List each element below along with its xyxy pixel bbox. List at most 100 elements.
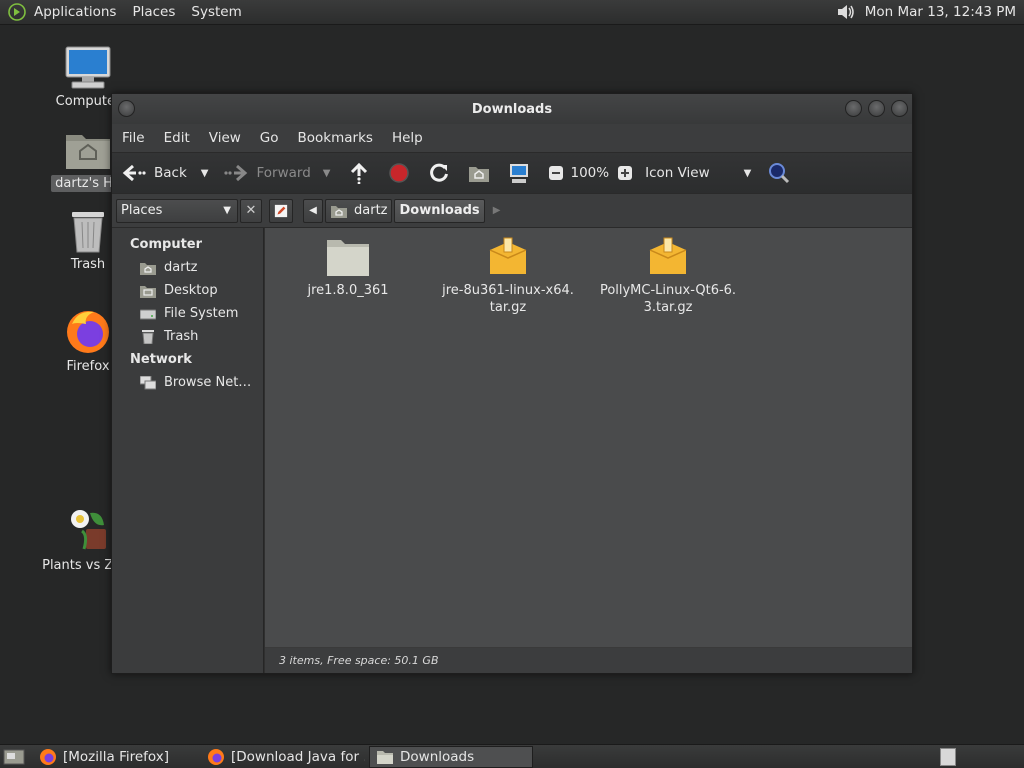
chevron-left-icon: ◀ [309, 205, 317, 216]
desktop-icon-label: Trash [70, 257, 106, 272]
up-button[interactable] [348, 162, 378, 184]
file-name-line2: tar.gz [489, 300, 527, 315]
view-mode-dropdown-icon: ▼ [743, 167, 752, 179]
workspace-switcher[interactable] [940, 748, 956, 766]
stop-button[interactable] [388, 162, 418, 184]
chevron-down-icon: ▼ [223, 205, 231, 216]
places-combo-label: Places [121, 203, 163, 218]
trash-icon [142, 329, 154, 344]
computer-button[interactable] [508, 162, 538, 184]
reload-button[interactable] [428, 162, 458, 184]
places-menu[interactable]: Places [132, 4, 175, 20]
task-firefox[interactable]: [Mozilla Firefox] [33, 746, 197, 768]
forward-label: Forward [256, 165, 311, 181]
location-bar: Places ▼ ✕ ◀ dartz Downloads ▶ [112, 194, 912, 228]
home-folder-icon [66, 135, 110, 169]
sidebar-item-trash[interactable]: Trash [112, 325, 263, 348]
places-sidebar: Computer dartz Desktop File System Trash… [112, 228, 264, 673]
menu-file[interactable]: File [122, 130, 145, 146]
file-item-jre-folder[interactable]: jre1.8.0_361 [273, 236, 423, 299]
file-name: PollyMC-Linux-Qt6-6. [599, 283, 737, 298]
view-mode-select[interactable]: Icon View ▼ [645, 165, 751, 181]
window-title: Downloads [471, 101, 553, 117]
distro-logo-icon[interactable] [8, 3, 26, 21]
status-text: 3 items, Free space: 50.1 GB [279, 654, 439, 667]
status-bar: 3 items, Free space: 50.1 GB [265, 647, 912, 673]
sidebar-item-label: File System [164, 306, 239, 321]
archive-icon [649, 237, 687, 274]
home-button[interactable] [468, 163, 498, 183]
home-icon [469, 167, 490, 182]
archive-icon [489, 237, 527, 274]
minimize-button[interactable] [845, 100, 862, 117]
applications-menu[interactable]: Applications [34, 4, 116, 20]
pencil-icon [274, 204, 288, 217]
search-button[interactable] [767, 161, 799, 185]
clock[interactable]: Mon Mar 13, 12:43 PM [865, 4, 1016, 20]
menu-go[interactable]: Go [260, 130, 279, 146]
path-scroll-left-button[interactable]: ◀ [303, 198, 323, 223]
toggle-location-entry-button[interactable] [269, 198, 293, 223]
file-view[interactable]: jre1.8.0_361 jre-8u361-linux-x64. tar.gz [264, 228, 912, 673]
folder-icon [327, 240, 369, 276]
window-menu-button[interactable] [118, 100, 135, 117]
top-panel: Applications Places System Mon Mar 13, 1… [0, 0, 1024, 25]
bottom-panel: [Mozilla Firefox] [Download Java for … D… [0, 744, 1024, 768]
show-desktop-icon[interactable] [3, 747, 25, 767]
crumb-label: Downloads [399, 203, 480, 218]
sidebar-item-file-system[interactable]: File System [112, 302, 263, 325]
task-label: [Mozilla Firefox] [63, 748, 170, 765]
file-name-line2: 3.tar.gz [643, 300, 693, 315]
menu-help[interactable]: Help [392, 130, 423, 146]
file-item-pollymc-archive[interactable]: PollyMC-Linux-Qt6-6. 3.tar.gz [593, 236, 743, 316]
toolbar: Back ▼ Forward ▼ 100% Icon View ▼ [112, 152, 912, 194]
zoom-control: 100% [548, 165, 633, 181]
menu-edit[interactable]: Edit [164, 130, 190, 146]
file-name: jre-8u361-linux-x64. [442, 283, 574, 298]
sidebar-places-select[interactable]: Places ▼ [116, 198, 238, 223]
path-scroll-right-icon[interactable]: ▶ [493, 205, 501, 216]
trash-icon [72, 212, 104, 253]
zoom-out-icon[interactable] [548, 165, 564, 181]
file-name: jre1.8.0_361 [307, 283, 389, 298]
sidebar-item-dartz[interactable]: dartz [112, 256, 263, 279]
task-downloads[interactable]: Downloads [369, 745, 533, 768]
back-label: Back [154, 165, 187, 181]
search-icon [769, 163, 790, 184]
zoom-in-icon[interactable] [617, 165, 633, 181]
file-manager-window: Downloads File Edit View Go Bookmarks He… [111, 93, 913, 674]
desktop-icon-label: Firefox [66, 359, 110, 374]
task-label: [Download Java for … [231, 748, 365, 765]
menu-view[interactable]: View [209, 130, 241, 146]
sidebar-heading-network: Network [130, 352, 192, 367]
home-icon [331, 205, 347, 218]
menu-bookmarks[interactable]: Bookmarks [298, 130, 373, 146]
window-titlebar[interactable]: Downloads [112, 94, 912, 124]
sidebar-item-desktop[interactable]: Desktop [112, 279, 263, 302]
sidebar-item-label: Desktop [164, 283, 218, 298]
close-button[interactable] [891, 100, 908, 117]
task-download-java[interactable]: [Download Java for … [201, 746, 365, 768]
task-label: Downloads [400, 748, 475, 765]
path-crumb-downloads[interactable]: Downloads [394, 198, 485, 223]
forward-button[interactable]: Forward ▼ [224, 163, 330, 183]
reload-icon [430, 163, 449, 182]
maximize-button[interactable] [868, 100, 885, 117]
back-arrow-icon [122, 164, 146, 182]
sidebar-item-browse-network[interactable]: Browse Net… [112, 371, 263, 394]
back-button[interactable]: Back ▼ [122, 163, 208, 183]
content-area: Computer dartz Desktop File System Trash… [112, 228, 912, 673]
crumb-label: dartz [354, 203, 388, 218]
back-history-dropdown-icon[interactable]: ▼ [201, 168, 209, 179]
firefox-icon [208, 748, 224, 765]
menubar: File Edit View Go Bookmarks Help [112, 124, 912, 152]
forward-history-dropdown-icon[interactable]: ▼ [323, 168, 331, 179]
firefox-icon [40, 748, 56, 765]
file-item-jre-archive[interactable]: jre-8u361-linux-x64. tar.gz [433, 236, 583, 316]
close-sidebar-button[interactable]: ✕ [240, 198, 262, 223]
system-menu[interactable]: System [191, 4, 241, 20]
path-crumb-dartz[interactable]: dartz [325, 198, 393, 223]
sidebar-item-label: Trash [164, 329, 199, 344]
close-icon: ✕ [245, 203, 257, 218]
volume-icon[interactable] [835, 2, 857, 22]
